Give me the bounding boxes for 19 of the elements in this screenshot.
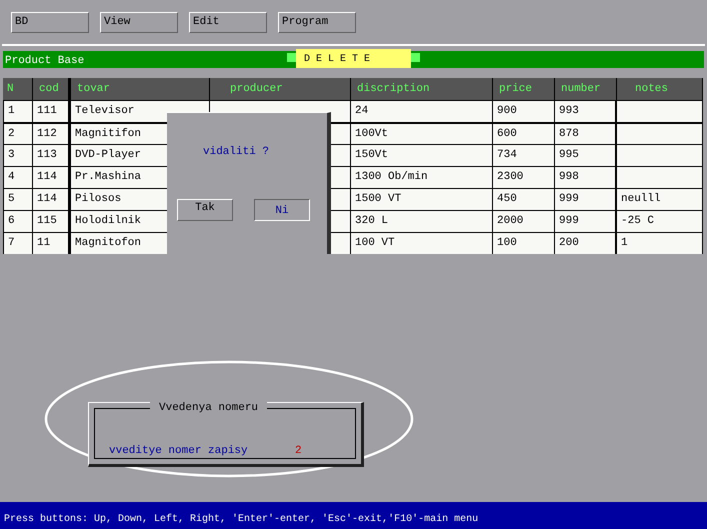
window-title: Product Base	[5, 56, 84, 67]
table-cell: 7	[3, 233, 33, 254]
status-text: Press buttons: Up, Down, Left, Right, 'Enter'-enter, 'Esc'-exit,'F10'-main menu	[4, 514, 478, 526]
menu-button[interactable]: Program	[278, 12, 356, 33]
menu-button[interactable]: Edit	[189, 12, 267, 33]
menu-button[interactable]: View	[100, 12, 178, 33]
marker-icon	[411, 53, 420, 62]
table-cell: 200	[555, 233, 617, 254]
mode-label: D E L E T E	[296, 49, 411, 68]
dialog-title: Vvedenya nomeru	[150, 402, 268, 415]
table-cell: 11	[33, 233, 69, 254]
dialog-button[interactable]: Tak	[177, 199, 233, 221]
input-prompt: vveditye nomer zapisy	[109, 445, 248, 458]
dialog-button[interactable]: Ni	[254, 199, 310, 221]
table-cell: 1	[617, 233, 703, 254]
menu-button[interactable]: BD	[11, 12, 89, 33]
table-cell: 100	[493, 233, 555, 254]
table-cell: 100 VT	[351, 233, 493, 254]
marker-icon	[287, 53, 296, 62]
